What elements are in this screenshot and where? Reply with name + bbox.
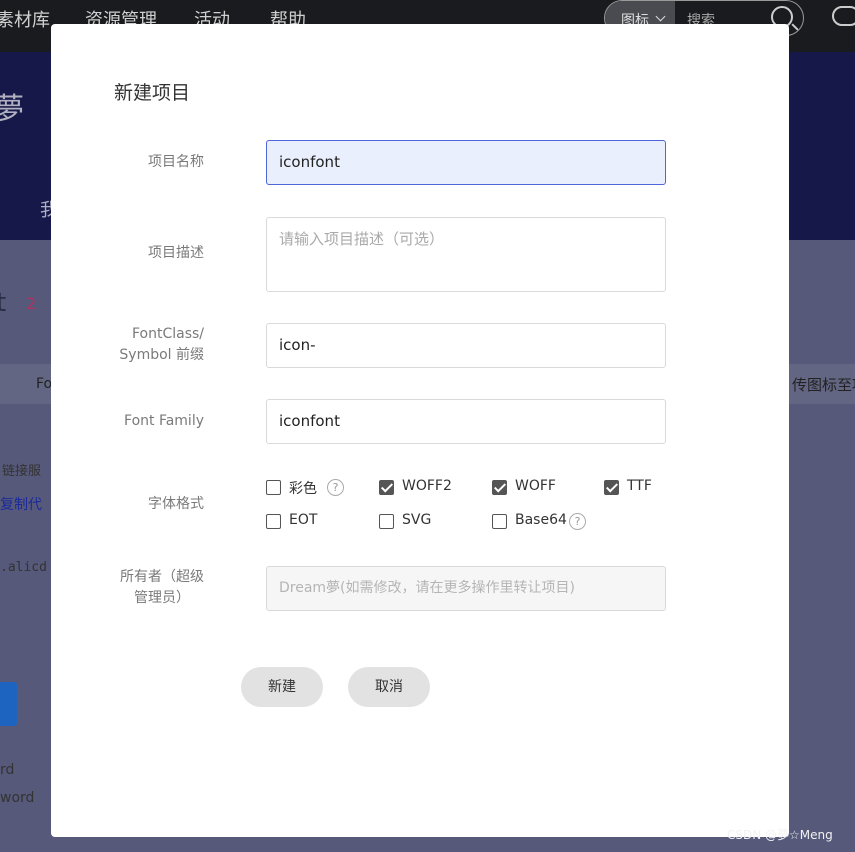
owner-label: 所有者（超级 管理员） bbox=[120, 567, 204, 609]
format-woff-label: WOFF bbox=[515, 478, 556, 494]
project-description-textarea[interactable]: 请输入项目描述（可选） bbox=[266, 217, 666, 292]
chevron-down-icon bbox=[655, 11, 666, 22]
owner-label-line1: 所有者（超级 bbox=[120, 569, 204, 585]
dialog-title: 新建项目 bbox=[114, 82, 191, 104]
project-name-input[interactable]: iconfont bbox=[266, 140, 666, 185]
prefix-label: FontClass/ Symbol 前缀 bbox=[119, 324, 204, 366]
cancel-button[interactable]: 取消 bbox=[348, 667, 430, 707]
cloud-upload-icon[interactable] bbox=[832, 6, 855, 26]
project-count: 2 bbox=[26, 294, 37, 313]
help-icon[interactable]: ? bbox=[569, 513, 586, 530]
format-color-label: 彩色 bbox=[289, 481, 317, 497]
format-woff2-checkbox[interactable] bbox=[379, 480, 394, 495]
prefix-label-line2: Symbol 前缀 bbox=[119, 347, 204, 363]
font-format-label: 字体格式 bbox=[148, 496, 204, 512]
link-info-text: 链接服 bbox=[2, 464, 42, 479]
nav-materials[interactable]: 素材库 bbox=[0, 6, 50, 32]
prefix-input[interactable]: icon- bbox=[266, 323, 666, 368]
format-eot-checkbox[interactable] bbox=[266, 514, 281, 529]
project-name-label: 项目名称 bbox=[148, 154, 204, 170]
background-text: rd bbox=[0, 762, 15, 778]
description-placeholder: 请输入项目描述（可选） bbox=[279, 230, 445, 248]
font-family-input[interactable]: iconfont bbox=[266, 399, 666, 444]
format-color-checkbox[interactable] bbox=[266, 480, 281, 495]
upload-icons-link[interactable]: 传图标至项 bbox=[792, 374, 855, 395]
format-base64-checkbox[interactable] bbox=[492, 514, 507, 529]
background-text: word bbox=[0, 790, 35, 806]
new-project-dialog: 新建项目 项目名称 iconfont 项目描述 请输入项目描述（可选） Font… bbox=[51, 24, 789, 837]
user-name: 夢 bbox=[0, 92, 24, 127]
format-svg-label: SVG bbox=[402, 512, 432, 528]
format-woff2-label: WOFF2 bbox=[402, 478, 452, 494]
code-url: .alicd bbox=[0, 560, 47, 575]
owner-input: Dream夢(如需修改，请在更多操作里转让项目) bbox=[266, 566, 666, 611]
copy-code-link[interactable]: 复制代 bbox=[0, 494, 42, 514]
format-ttf-checkbox[interactable] bbox=[604, 480, 619, 495]
format-woff-checkbox[interactable] bbox=[492, 480, 507, 495]
format-base64-label: Base64 bbox=[515, 512, 567, 528]
format-ttf-label: TTF bbox=[627, 478, 652, 494]
create-button[interactable]: 新建 bbox=[241, 667, 323, 707]
format-svg-checkbox[interactable] bbox=[379, 514, 394, 529]
toolbar-tab[interactable]: Fo bbox=[36, 376, 52, 392]
owner-label-line2: 管理员） bbox=[134, 590, 190, 606]
font-family-label: Font Family bbox=[124, 413, 204, 429]
prefix-label-line1: FontClass/ bbox=[131, 326, 204, 342]
project-title: t bbox=[0, 288, 7, 318]
help-icon[interactable]: ? bbox=[327, 479, 344, 496]
project-description-label: 项目描述 bbox=[148, 245, 204, 261]
format-eot-label: EOT bbox=[289, 512, 318, 528]
file-icon bbox=[0, 682, 17, 726]
watermark: CSDN @夢☆Meng bbox=[727, 828, 833, 842]
